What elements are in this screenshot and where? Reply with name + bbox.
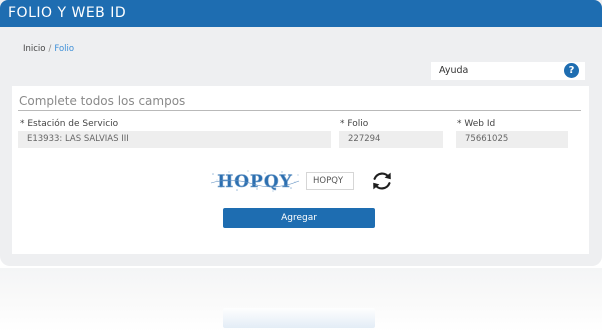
webid-field[interactable]: 75661025	[456, 131, 568, 148]
folio-label: * Folio	[340, 119, 369, 129]
captcha-image: HOPQY	[207, 168, 303, 194]
add-button[interactable]: Agregar	[223, 208, 375, 228]
station-field[interactable]: E13933: LAS SALVIAS III	[18, 131, 331, 148]
captcha-text: HOPQY	[217, 172, 293, 192]
page: FOLIO Y WEB ID Inicio / Folio Ayuda ? Comp…	[0, 0, 602, 332]
section-title: Complete todos los campos	[19, 94, 186, 108]
reflection-button	[223, 308, 375, 328]
folio-card: FOLIO Y WEB ID Inicio / Folio Ayuda ? Comp…	[0, 0, 602, 266]
station-label: * Estación de Servicio	[20, 119, 119, 129]
refresh-icon[interactable]	[370, 169, 394, 193]
card-reflection	[0, 268, 602, 332]
folio-field[interactable]: 227294	[339, 131, 443, 148]
breadcrumb-separator: /	[48, 44, 52, 54]
help-label: Ayuda	[439, 65, 469, 76]
breadcrumb-current[interactable]: Folio	[54, 44, 74, 54]
form-panel: Complete todos los campos * Estación de …	[12, 86, 589, 254]
section-divider	[18, 110, 581, 111]
page-title: FOLIO Y WEB ID	[0, 0, 602, 27]
captcha-input[interactable]	[306, 172, 354, 190]
help-icon[interactable]: ?	[564, 63, 579, 78]
help-button[interactable]: Ayuda ?	[431, 62, 585, 80]
breadcrumb: Inicio / Folio	[23, 44, 74, 54]
breadcrumb-home[interactable]: Inicio	[23, 44, 46, 54]
webid-label: * Web Id	[457, 119, 496, 129]
